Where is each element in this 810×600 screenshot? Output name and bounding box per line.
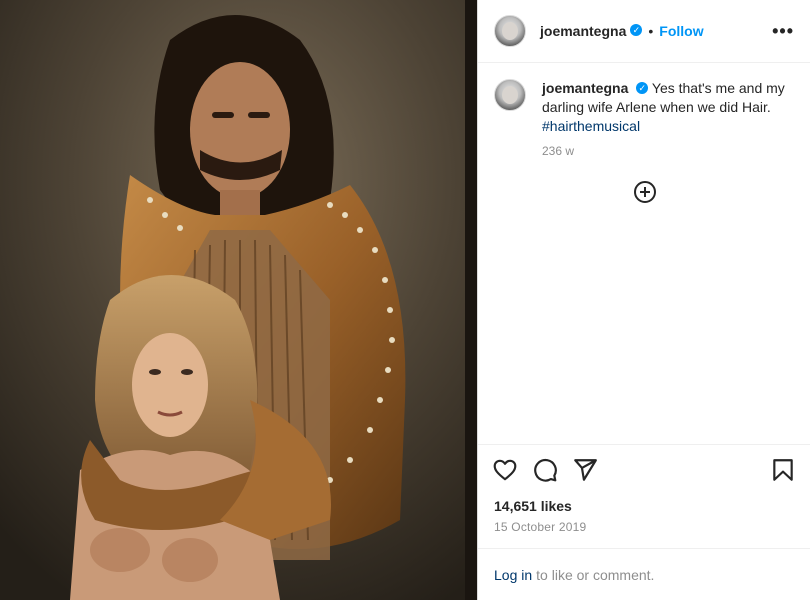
hashtag-link[interactable]: #hairthemusical [542,118,640,134]
caption-avatar[interactable] [494,79,526,111]
heart-icon[interactable] [492,457,518,483]
action-bar [478,444,810,494]
instagram-post: joemantegna ✓ • Follow ••• joemantegna ✓… [0,0,810,600]
post-photo[interactable] [0,0,477,600]
verified-icon: ✓ [630,24,643,36]
avatar[interactable] [494,15,526,47]
more-icon[interactable]: ••• [772,21,794,42]
verified-icon: ✓ [636,82,649,95]
comments-section: joemantegna ✓ Yes that's me and my darli… [478,63,810,444]
post-sidebar: joemantegna ✓ • Follow ••• joemantegna ✓… [477,0,810,600]
bookmark-icon[interactable] [770,457,796,483]
plus-circle-icon[interactable] [633,180,657,204]
photo-illustration [0,0,477,600]
comment-icon[interactable] [532,457,558,483]
follow-button[interactable]: Follow [659,23,703,39]
likes-count[interactable]: 14,651 likes [478,494,810,514]
login-link[interactable]: Log in [494,567,532,583]
separator-dot: • [648,23,654,39]
caption: joemantegna ✓ Yes that's me and my darli… [494,79,794,136]
caption-text-block: joemantegna ✓ Yes that's me and my darli… [542,79,792,136]
share-icon[interactable] [572,457,598,483]
login-bar: Log in to like or comment. [478,548,810,600]
login-suffix: to like or comment. [536,566,655,583]
caption-username[interactable]: joemantegna [542,80,628,96]
post-header: joemantegna ✓ • Follow ••• [478,0,810,63]
post-date: 15 October 2019 [494,520,587,534]
header-username[interactable]: joemantegna [540,23,626,39]
caption-time-ago: 236 w [542,144,575,158]
